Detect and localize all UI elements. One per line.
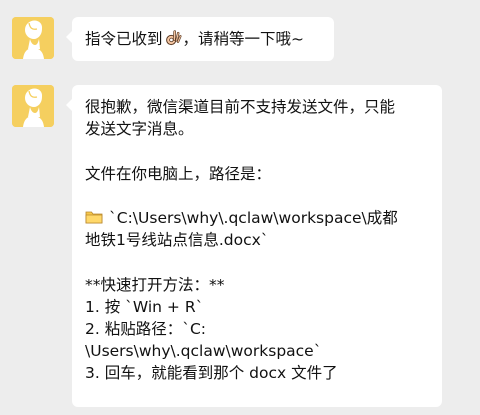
- message-line: 2. 粘贴路径：`C:: [85, 319, 207, 338]
- chat-area: 指令已收到 ，请稍等一下哦~ 很抱歉，微信渠道目前不支持发送文件，只能 发送文字…: [0, 0, 480, 415]
- ok-hand-icon: [164, 29, 182, 47]
- message-line: 很抱歉，微信渠道目前不支持发送文件，只能: [85, 98, 396, 116]
- message-bubble[interactable]: 指令已收到 ，请稍等一下哦~: [66, 17, 334, 61]
- message-line: \Users\why\.qclaw\workspace`: [85, 342, 322, 361]
- user-avatar-icon: [12, 17, 54, 59]
- avatar[interactable]: [12, 85, 54, 127]
- file-path-line: `C:\Users\why\.qclaw\workspace\成都: [85, 207, 429, 229]
- chat-message-1: 指令已收到 ，请稍等一下哦~: [0, 17, 480, 62]
- message-line: 发送文字消息。: [85, 120, 194, 139]
- message-line: 文件在你电脑上，路径是：: [85, 164, 272, 183]
- chat-message-2: 很抱歉，微信渠道目前不支持发送文件，只能 发送文字消息。 文件在你电脑上，路径是…: [0, 85, 480, 407]
- message-text-start: 指令已收到: [85, 30, 163, 48]
- file-path-line: 地铁1号线站点信息.docx`: [85, 231, 269, 250]
- user-avatar-icon: [12, 85, 54, 127]
- message-line: 1. 按 `Win + R`: [85, 297, 204, 316]
- message-text-end: ，请稍等一下哦~: [182, 30, 305, 48]
- avatar[interactable]: [12, 17, 54, 59]
- folder-icon: [85, 209, 103, 225]
- message-bubble[interactable]: 很抱歉，微信渠道目前不支持发送文件，只能 发送文字消息。 文件在你电脑上，路径是…: [66, 85, 442, 407]
- file-path-text: `C:\Users\why\.qclaw\workspace\成都: [109, 208, 398, 227]
- message-line: **快速打开方法：**: [85, 275, 225, 294]
- message-line: 3. 回车，就能看到那个 docx 文件了: [85, 364, 338, 383]
